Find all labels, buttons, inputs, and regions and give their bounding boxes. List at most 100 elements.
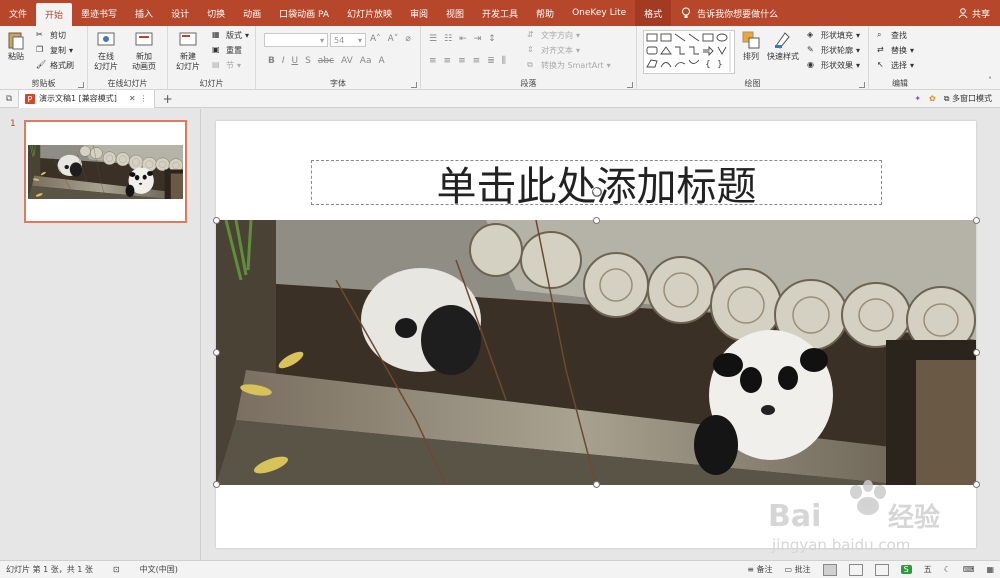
numbering-icon[interactable]: ☷	[444, 34, 452, 44]
resize-handle-bottom-left[interactable]	[213, 481, 220, 488]
align-text-button[interactable]: ⇕ 对齐文本 ▾	[527, 45, 580, 56]
ime-indicator[interactable]: S	[900, 565, 912, 574]
tab-onekey-lite[interactable]: OneKey Lite	[563, 0, 635, 26]
tab-view[interactable]: 视图	[437, 0, 473, 26]
tab-animations[interactable]: 动画	[234, 0, 270, 26]
text-direction-button[interactable]: ⇵ 文字方向 ▾	[527, 30, 580, 41]
increase-indent-icon[interactable]: ⇥	[474, 34, 482, 44]
bold-icon[interactable]: B	[268, 56, 275, 66]
slide-canvas[interactable]: 单击此处添加标题	[213, 121, 980, 548]
font-size-select[interactable]: 54 ▾	[330, 33, 366, 47]
italic-icon[interactable]: I	[282, 56, 285, 66]
keyboard-icon[interactable]: ⌨	[963, 565, 975, 574]
tab-design[interactable]: 设计	[162, 0, 198, 26]
addin-icon[interactable]: ✦	[914, 94, 921, 103]
layout-button[interactable]: ▦ 版式 ▾	[212, 30, 249, 41]
shadow-icon[interactable]: S	[305, 56, 311, 66]
align-right-icon[interactable]: ≡	[458, 56, 466, 66]
rotate-handle-icon[interactable]	[591, 186, 603, 198]
convert-smartart-button[interactable]: ⧉ 转换为 SmartArt ▾	[527, 60, 611, 71]
resize-handle-top[interactable]	[593, 217, 600, 224]
justify-icon[interactable]: ≡	[473, 56, 481, 66]
resize-handle-right[interactable]	[973, 349, 980, 356]
reset-button[interactable]: ▣ 重置	[212, 45, 242, 56]
document-tab[interactable]: P 演示文稿1 [兼容模式] ✕ ⋮	[18, 89, 155, 108]
tell-me-box[interactable]: 告诉我你想要做什么	[671, 0, 778, 26]
drawing-launcher-icon[interactable]	[859, 82, 865, 88]
clear-format-icon[interactable]: ⌀	[405, 34, 410, 44]
grow-font-icon[interactable]: A˄	[370, 34, 381, 44]
share-button[interactable]: 共享	[958, 0, 1000, 26]
paste-button[interactable]: 粘贴	[6, 30, 26, 62]
tab-file[interactable]: 文件	[0, 0, 36, 26]
resize-handle-bottom-right[interactable]	[973, 481, 980, 488]
align-left-icon[interactable]: ≡	[429, 56, 437, 66]
find-button[interactable]: ⌕ 查找	[877, 30, 907, 41]
shape-effects-button[interactable]: ◉ 形状效果 ▾	[807, 60, 860, 71]
paragraph-launcher-icon[interactable]	[627, 82, 633, 88]
tab-help[interactable]: 帮助	[527, 0, 563, 26]
replace-button[interactable]: ⇄ 替换 ▾	[877, 45, 914, 56]
resize-handle-bottom[interactable]	[593, 481, 600, 488]
panda-picture[interactable]	[216, 220, 976, 485]
online-slide-button[interactable]: 在线 幻灯片	[94, 30, 118, 72]
arrange-button[interactable]: 排列	[741, 30, 761, 62]
decrease-indent-icon[interactable]: ⇤	[459, 34, 467, 44]
tab-ink[interactable]: 墨迹书写	[72, 0, 126, 26]
tab-developer[interactable]: 开发工具	[473, 0, 527, 26]
shape-fill-button[interactable]: ◈ 形状填充 ▾	[807, 30, 860, 41]
select-button[interactable]: ↖ 选择 ▾	[877, 60, 914, 71]
char-spacing-icon[interactable]: AV	[341, 56, 353, 66]
notes-button[interactable]: ≡ 备注	[747, 564, 772, 575]
quick-styles-button[interactable]: 快速样式	[767, 30, 799, 62]
tab-pocket-animation[interactable]: 口袋动画 PA	[270, 0, 338, 26]
ime-mode[interactable]: 五	[924, 564, 932, 575]
shapes-gallery[interactable]: {}	[643, 30, 735, 74]
tab-slideshow[interactable]: 幻灯片放映	[338, 0, 401, 26]
slide-sorter-view-button[interactable]	[848, 563, 863, 576]
title-placeholder[interactable]: 单击此处添加标题	[311, 160, 882, 210]
collapse-ribbon-icon[interactable]: ˄	[988, 76, 992, 85]
multi-window-button[interactable]: ⧉ 多窗口模式	[944, 93, 992, 104]
resize-handle-left[interactable]	[213, 349, 220, 356]
resize-handle-top-left[interactable]	[213, 217, 220, 224]
tab-review[interactable]: 审阅	[401, 0, 437, 26]
new-tab-icon[interactable]: +	[163, 92, 173, 106]
columns-icon[interactable]: ⫼	[502, 56, 506, 66]
font-launcher-icon[interactable]	[411, 82, 417, 88]
copy-button[interactable]: ❐ 复制 ▾	[36, 45, 73, 56]
new-animation-page-button[interactable]: 新加 动画页	[132, 30, 156, 72]
tab-home[interactable]: 开始	[36, 3, 73, 26]
underline-icon[interactable]: U	[292, 56, 299, 66]
new-slide-button[interactable]: 新建 幻灯片	[176, 30, 200, 72]
bullets-icon[interactable]: ☰	[429, 34, 437, 44]
reading-view-button[interactable]	[874, 563, 889, 576]
align-center-icon[interactable]: ≡	[444, 56, 452, 66]
change-case-icon[interactable]: Aa	[360, 56, 372, 66]
resize-handle-top-right[interactable]	[973, 217, 980, 224]
moon-icon[interactable]: ☾	[944, 565, 951, 574]
accessibility-icon[interactable]: ⊡	[113, 565, 120, 574]
tab-list-icon[interactable]: ⧉	[0, 94, 18, 104]
section-button[interactable]: ▤ 节 ▾	[212, 60, 241, 71]
normal-view-button[interactable]	[822, 563, 837, 576]
strikethrough-icon[interactable]: abc	[318, 56, 334, 66]
cut-button[interactable]: ✂ 剪切	[36, 30, 66, 41]
tab-transitions[interactable]: 切换	[198, 0, 234, 26]
grid-icon[interactable]: ▦	[986, 565, 994, 574]
shrink-font-icon[interactable]: A˅	[388, 34, 399, 44]
format-painter-button[interactable]: 🖌 格式刷	[36, 60, 74, 71]
more-icon[interactable]: ⋮	[140, 94, 148, 103]
shape-outline-button[interactable]: ✎ 形状轮廓 ▾	[807, 45, 860, 56]
line-spacing-icon[interactable]: ↕	[488, 34, 496, 44]
slide-thumbnail[interactable]	[24, 120, 187, 223]
font-color-icon[interactable]: A	[378, 56, 384, 66]
settings-icon[interactable]: ✿	[929, 94, 936, 103]
language-status[interactable]: 中文(中国)	[140, 564, 178, 575]
tab-format[interactable]: 格式	[635, 0, 672, 26]
clipboard-launcher-icon[interactable]	[78, 82, 84, 88]
distributed-icon[interactable]: ≣	[487, 56, 495, 66]
close-icon[interactable]: ✕	[129, 94, 136, 103]
tab-insert[interactable]: 插入	[126, 0, 162, 26]
font-name-select[interactable]: ▾	[264, 33, 328, 47]
